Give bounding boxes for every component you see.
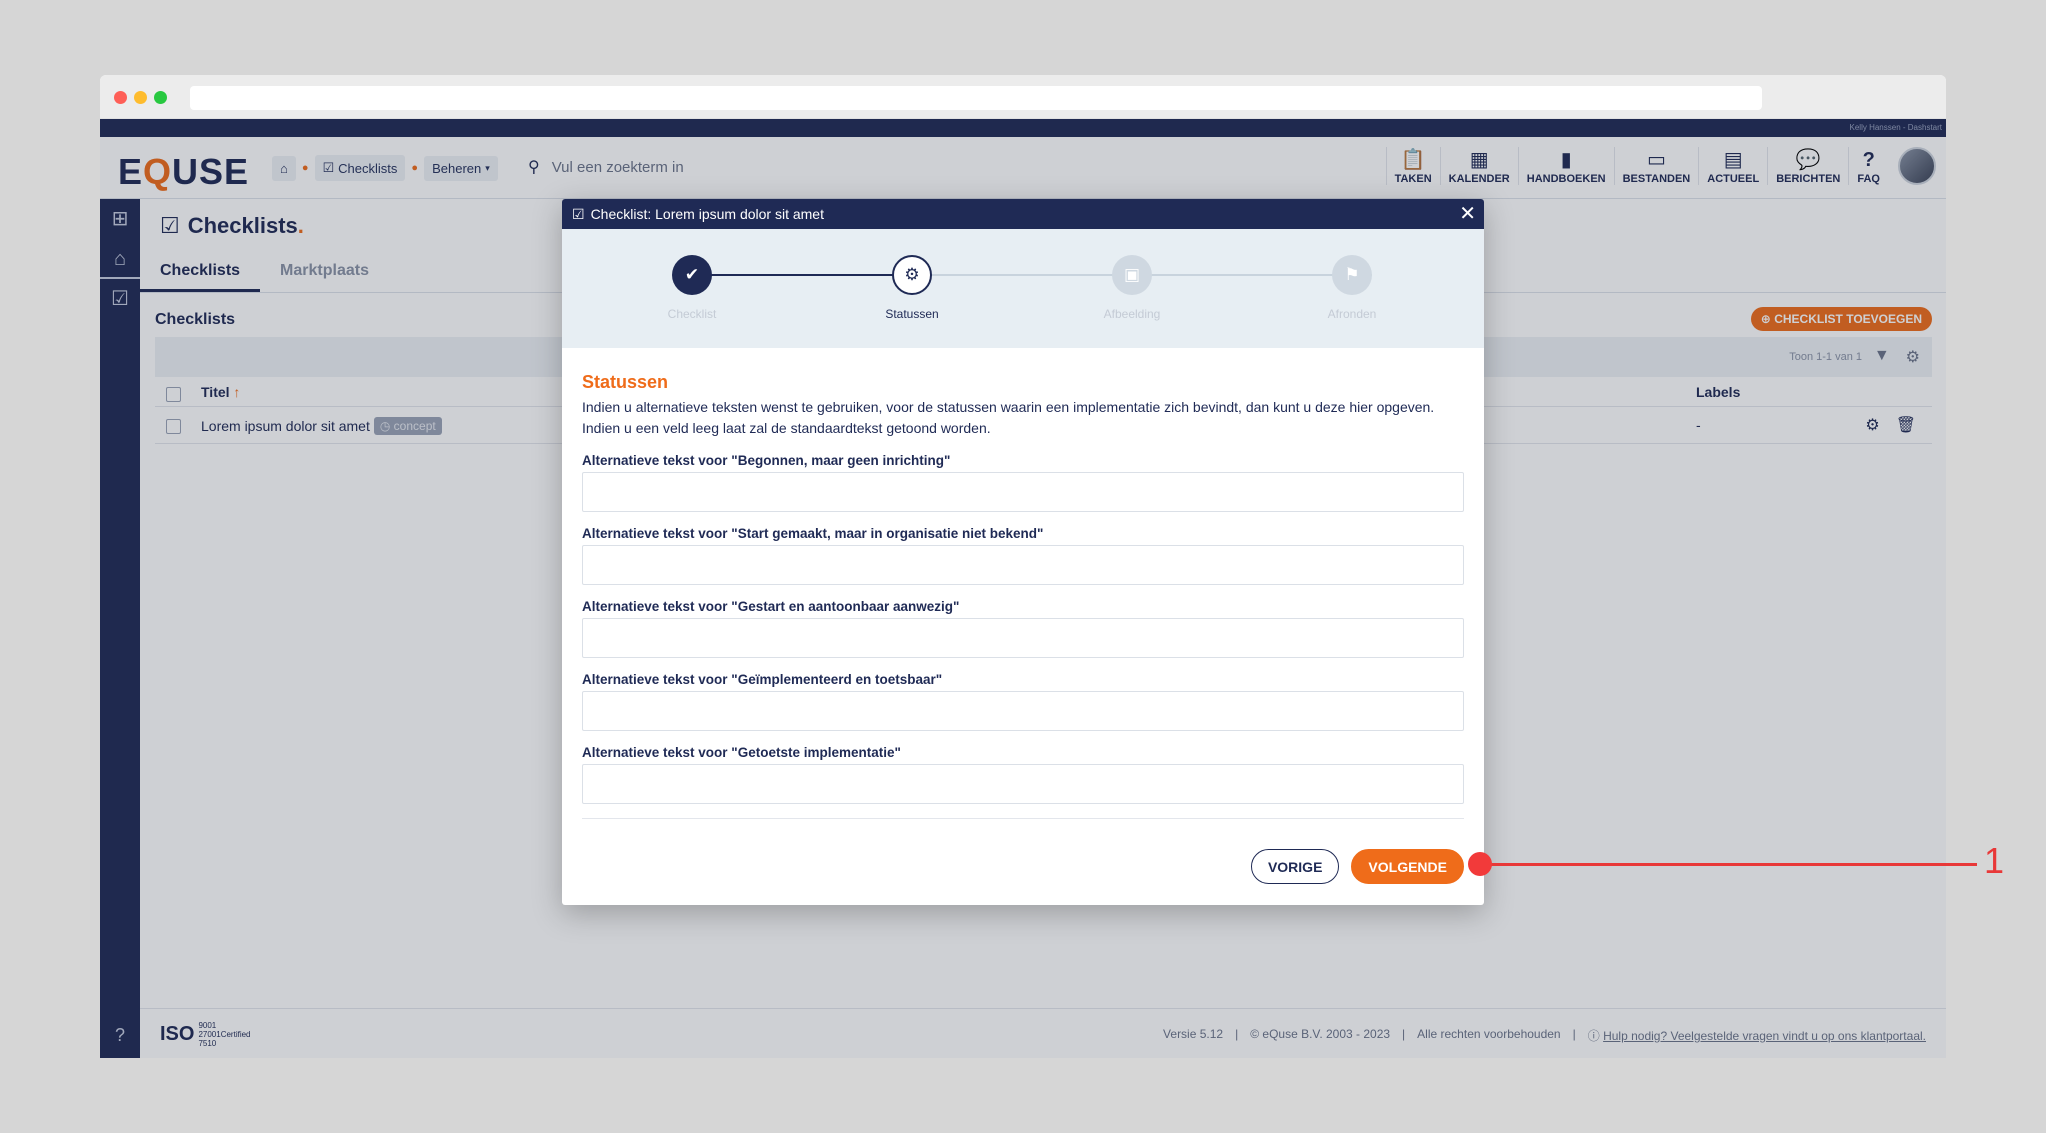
checklist-modal: ☑ Checklist: Lorem ipsum dolor sit amet … (562, 199, 1484, 905)
field-getoetste-input[interactable] (582, 764, 1464, 804)
minimize-window-dot[interactable] (134, 91, 147, 104)
field-start-gemaakt-label: Alternatieve tekst voor "Start gemaakt, … (582, 526, 1044, 541)
intro-line-2: Indien u een veld leeg laat zal de stand… (582, 420, 991, 436)
field-gestart-label: Alternatieve tekst voor "Gestart en aant… (582, 599, 960, 614)
annotation-marker (1468, 852, 1492, 876)
modal-footer-divider (582, 818, 1464, 819)
field-start-gemaakt-input[interactable] (582, 545, 1464, 585)
field-begonnen-input[interactable] (582, 472, 1464, 512)
field-getoetste: Alternatieve tekst voor "Getoetste imple… (582, 745, 1464, 804)
annotation-line (1480, 863, 1977, 866)
checkbox-icon: ☑ (572, 205, 585, 222)
browser-chrome (100, 75, 1946, 119)
field-start-gemaakt: Alternatieve tekst voor "Start gemaakt, … (582, 526, 1464, 585)
annotation-number: 1 (1984, 840, 2005, 881)
section-heading: Statussen (582, 372, 669, 392)
modal-header: ☑ Checklist: Lorem ipsum dolor sit amet … (562, 199, 1484, 229)
modal-body: Statussen Indien u alternatieve teksten … (562, 348, 1484, 819)
step-afbeelding-image-icon[interactable]: ▣ (1112, 255, 1152, 295)
modal-title: Checklist: Lorem ipsum dolor sit amet (590, 206, 824, 222)
step-checklist-label: Checklist (667, 307, 717, 321)
wizard-stepper: ✔ Checklist ⚙ Statussen ▣ Afbeelding ⚑ A… (562, 229, 1484, 348)
field-begonnen-label: Alternatieve tekst voor "Begonnen, maar … (582, 453, 951, 468)
step-afronden-label: Afronden (1327, 307, 1377, 321)
field-geimplementeerd: Alternatieve tekst voor "Geïmplementeerd… (582, 672, 1464, 731)
maximize-window-dot[interactable] (154, 91, 167, 104)
field-geimplementeerd-label: Alternatieve tekst voor "Geïmplementeerd… (582, 672, 943, 687)
previous-button[interactable]: VORIGE (1250, 849, 1340, 884)
field-getoetste-label: Alternatieve tekst voor "Getoetste imple… (582, 745, 901, 760)
step-statussen-gear-icon[interactable]: ⚙ (892, 255, 932, 295)
step-statussen-label: Statussen (885, 307, 939, 321)
field-gestart-input[interactable] (582, 618, 1464, 658)
intro-text: Indien u alternatieve teksten wenst te g… (582, 397, 1464, 439)
address-bar[interactable] (190, 86, 1762, 110)
field-begonnen: Alternatieve tekst voor "Begonnen, maar … (582, 453, 1464, 512)
intro-line-1: Indien u alternatieve teksten wenst te g… (582, 399, 1435, 415)
modal-actions: VORIGE VOLGENDE (1250, 849, 1464, 884)
field-geimplementeerd-input[interactable] (582, 691, 1464, 731)
step-connector-done (702, 274, 902, 276)
close-icon[interactable]: ✕ (1459, 202, 1476, 226)
step-afronden-flag-icon[interactable]: ⚑ (1332, 255, 1372, 295)
next-button[interactable]: VOLGENDE (1351, 849, 1464, 884)
step-afbeelding-label: Afbeelding (1103, 307, 1161, 321)
close-window-dot[interactable] (114, 91, 127, 104)
field-gestart: Alternatieve tekst voor "Gestart en aant… (582, 599, 1464, 658)
step-checklist-check-icon[interactable]: ✔ (672, 255, 712, 295)
